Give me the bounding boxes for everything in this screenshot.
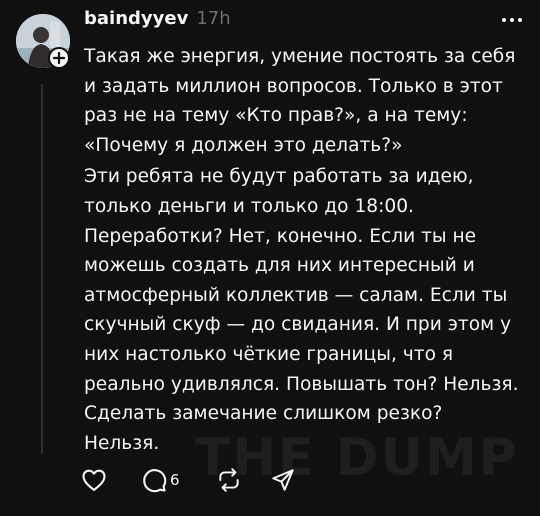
text-line: и задать миллион вопросов. Только в этот xyxy=(84,75,503,97)
text-line: только деньги и только до 18:00. xyxy=(84,195,414,217)
follow-plus-icon[interactable] xyxy=(48,47,70,69)
heart-icon xyxy=(82,469,106,491)
post-time: 17h xyxy=(196,8,231,29)
reply-count: 6 xyxy=(170,471,180,489)
text-line: реально удивлялся. Повышать тон? Нельзя. xyxy=(84,373,519,395)
share-button[interactable] xyxy=(270,462,310,498)
text-line: «Почему я должен это делать?» xyxy=(84,134,403,156)
send-icon xyxy=(272,469,294,491)
text-line: можешь создать для них интересный и xyxy=(84,255,475,277)
text-line: атмосферный коллектив — салам. Если ты xyxy=(84,284,508,306)
post-header: baindyyev 17h xyxy=(84,8,231,29)
comment-bubble-icon xyxy=(143,469,167,493)
thread-line xyxy=(41,84,43,454)
repost-button[interactable] xyxy=(216,462,270,498)
reply-button[interactable]: 6 xyxy=(140,462,216,498)
post-text: Такая же энергия, умение постоять за себ… xyxy=(84,42,530,458)
username[interactable]: baindyyev xyxy=(84,8,188,29)
paragraph-2: Эти ребята не будут работать за идею, то… xyxy=(84,162,530,458)
action-bar: 6 xyxy=(80,462,310,498)
text-line: них настолько чёткие границы, что я xyxy=(84,343,454,365)
more-dots-icon[interactable] xyxy=(502,18,522,22)
text-line: скучный скуф — до свидания. И при этом у xyxy=(84,314,512,336)
repost-icon xyxy=(219,468,239,492)
text-line: Эти ребята не будут работать за идею, xyxy=(84,166,474,188)
text-line: раз не на тему «Кто прав?», а на тему: xyxy=(84,105,468,127)
text-line: Переработки? Нет, конечно. Если ты не xyxy=(84,225,477,247)
like-button[interactable] xyxy=(80,462,140,498)
text-line: Сделать замечание слишком резко? xyxy=(84,403,443,425)
paragraph-1: Такая же энергия, умение постоять за себ… xyxy=(84,42,530,160)
text-line: Такая же энергия, умение постоять за себ… xyxy=(84,46,516,67)
